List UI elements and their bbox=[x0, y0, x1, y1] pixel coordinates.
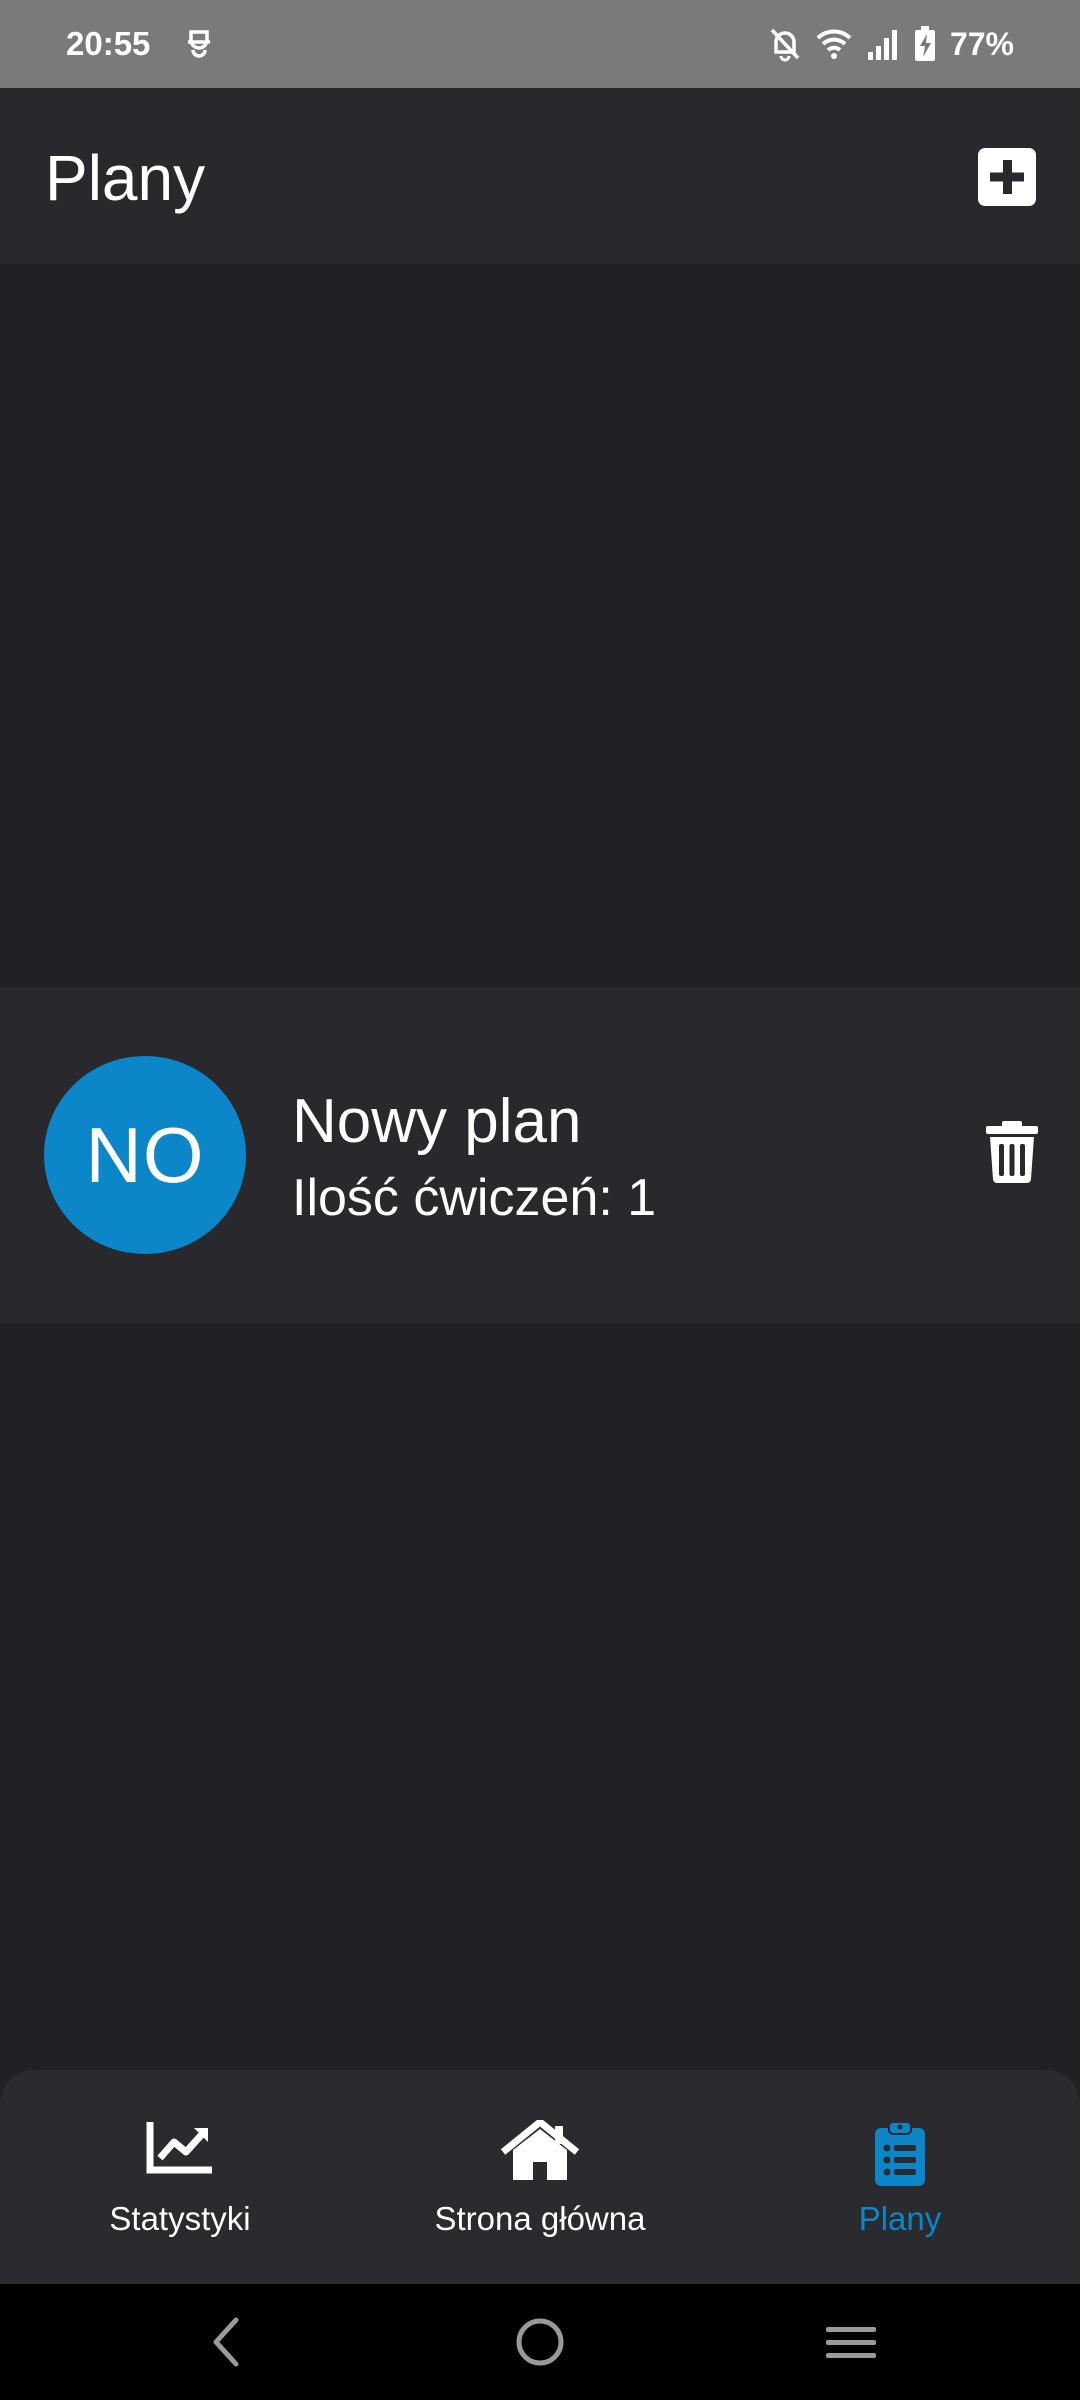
bottom-navigation: Statystyki Strona główna Plany bbox=[0, 2070, 1080, 2284]
wifi-icon bbox=[816, 28, 852, 60]
nav-item-strona-glowna[interactable]: Strona główna bbox=[360, 2070, 720, 2284]
battery-percentage: 77% bbox=[949, 26, 1014, 62]
signal-icon bbox=[866, 28, 900, 60]
page-title: Plany bbox=[45, 142, 206, 214]
nav-item-statystyki[interactable]: Statystyki bbox=[0, 2070, 360, 2284]
nav-label-strona-glowna: Strona główna bbox=[434, 2200, 646, 2237]
app-notification-icon bbox=[184, 26, 214, 62]
plus-square-icon bbox=[990, 160, 1024, 194]
system-menu-button[interactable] bbox=[822, 2312, 882, 2372]
back-icon bbox=[213, 2317, 239, 2367]
nav-item-plany[interactable]: Plany bbox=[720, 2070, 1080, 2284]
avatar: NO bbox=[44, 1056, 246, 1254]
system-back-button[interactable] bbox=[198, 2312, 258, 2372]
nav-label-statystyki: Statystyki bbox=[109, 2200, 251, 2237]
chart-line-icon bbox=[146, 2122, 212, 2174]
clipboard-list-icon bbox=[875, 2121, 925, 2186]
bell-off-icon bbox=[768, 26, 802, 62]
battery-charging-icon bbox=[914, 26, 936, 62]
nav-label-plany: Plany bbox=[858, 2200, 942, 2237]
plan-name: Nowy plan bbox=[292, 1087, 582, 1156]
system-navigation-bar bbox=[0, 2284, 1080, 2400]
status-bar: 20:55 77% bbox=[0, 0, 1080, 88]
trash-icon bbox=[986, 1121, 1038, 1183]
delete-plan-button[interactable] bbox=[984, 1121, 1040, 1183]
plan-exercise-count: Ilość ćwiczeń: 1 bbox=[292, 1169, 657, 1227]
add-plan-button[interactable] bbox=[978, 148, 1036, 206]
system-home-button[interactable] bbox=[510, 2312, 570, 2372]
status-icons: 77% bbox=[768, 22, 1014, 66]
status-time: 20:55 bbox=[66, 25, 151, 62]
home-icon bbox=[501, 2120, 579, 2180]
plan-list-item[interactable]: NO Nowy plan Ilość ćwiczeń: 1 bbox=[0, 987, 1080, 1323]
app-bar: Plany bbox=[0, 88, 1080, 264]
home-circle-icon bbox=[516, 2318, 564, 2366]
menu-icon bbox=[826, 2327, 876, 2358]
screen: 20:55 77% Plany NO Nowy plan Ilość ćwicz… bbox=[0, 0, 1080, 2400]
